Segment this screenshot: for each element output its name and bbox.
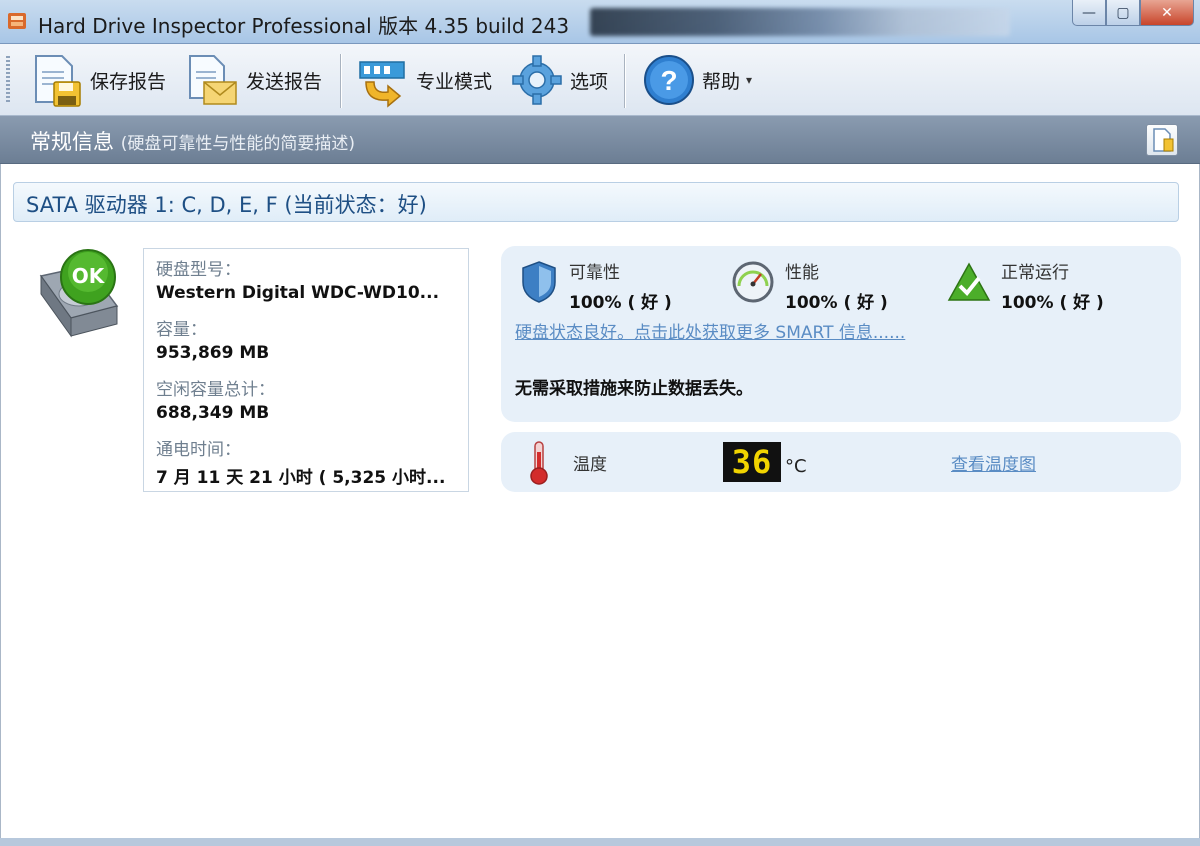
section-title: 常规信息 (硬盘可靠性与性能的简要描述): [30, 126, 355, 156]
window-bottom-border: [0, 838, 1200, 846]
temperature-label: 温度: [573, 455, 607, 475]
expert-mode-label: 专业模式: [416, 70, 493, 93]
reliability-value: 100% ( 好 ): [569, 293, 672, 313]
options-gear-icon: [512, 55, 562, 105]
capacity-value: 953,869 MB: [156, 343, 270, 363]
status-panel: 可靠性 100% ( 好 ) 性能 100% ( 好 ) 正常运行 100% (…: [501, 246, 1181, 422]
send-report-icon: [189, 55, 237, 105]
svg-text:?: ?: [660, 65, 677, 96]
section-subtitle: (硬盘可靠性与性能的简要描述): [120, 134, 355, 154]
uptime-value: 100% ( 好 ): [1001, 293, 1104, 313]
close-button[interactable]: ✕: [1140, 0, 1194, 26]
section-title-text: 常规信息: [30, 130, 114, 154]
temperature-readout: 36: [723, 442, 781, 482]
drive-header[interactable]: SATA 驱动器 1: C, D, E, F (当前状态：好): [13, 182, 1179, 222]
warning-triangle-ok-icon: [947, 262, 991, 301]
toolbar-separator: [340, 54, 342, 108]
app-icon: [8, 13, 26, 29]
smart-info-link[interactable]: 硬盘状态良好。点击此处获取更多 SMART 信息......: [515, 318, 905, 343]
help-button[interactable]: ? 帮助 ▾: [642, 50, 752, 110]
free-space-label: 空闲容量总计：: [156, 380, 275, 400]
drive-title: SATA 驱动器 1: C, D, E, F (当前状态：好): [26, 193, 427, 217]
uptime-metric: 正常运行 100% ( 好 ): [947, 254, 1167, 314]
ok-badge-text: OK: [71, 264, 105, 288]
temperature-panel: 温度 36 °C 查看温度图: [501, 432, 1181, 492]
help-icon: ?: [644, 55, 694, 105]
help-dropdown-icon[interactable]: ▾: [746, 73, 752, 87]
expert-mode-icon: [359, 61, 405, 108]
speedometer-icon: [732, 261, 774, 303]
uptime-label: 正常运行: [1001, 263, 1069, 283]
view-temperature-chart-link[interactable]: 查看温度图: [951, 450, 1036, 475]
performance-metric: 性能 100% ( 好 ): [731, 254, 931, 314]
model-label: 硬盘型号：: [156, 260, 241, 280]
shield-icon: [522, 261, 556, 303]
capacity-label: 容量：: [156, 320, 207, 340]
save-report-icon: [35, 55, 81, 107]
performance-value: 100% ( 好 ): [785, 293, 888, 313]
drive-info-box: 硬盘型号： Western Digital WDC-WD10... 容量： 95…: [143, 248, 469, 492]
maximize-button[interactable]: ▢: [1106, 0, 1140, 26]
model-value: Western Digital WDC-WD10...: [156, 283, 440, 303]
title-bar: Hard Drive Inspector Professional 版本 4.3…: [0, 0, 1200, 44]
toolbar-grip[interactable]: [6, 56, 10, 104]
minimize-button[interactable]: —: [1072, 0, 1106, 26]
options-button[interactable]: 选项: [510, 50, 608, 110]
performance-label: 性能: [785, 263, 819, 283]
document-info-icon[interactable]: [1146, 124, 1178, 156]
expert-mode-button[interactable]: 专业模式: [354, 50, 492, 110]
advice-text: 无需采取措施来防止数据丢失。: [515, 379, 753, 399]
reliability-metric: 可靠性 100% ( 好 ): [515, 254, 715, 314]
save-report-label: 保存报告: [90, 70, 167, 93]
send-report-button[interactable]: 发送报告: [184, 50, 322, 110]
reliability-label: 可靠性: [569, 263, 620, 283]
temperature-unit: °C: [785, 456, 807, 477]
toolbar-separator: [624, 54, 626, 108]
main-panel: SATA 驱动器 1: C, D, E, F (当前状态：好) OK 硬盘型号：…: [0, 164, 1200, 846]
window-title: Hard Drive Inspector Professional 版本 4.3…: [38, 14, 570, 38]
options-label: 选项: [570, 70, 609, 93]
help-label: 帮助: [702, 70, 741, 93]
power-on-label: 通电时间：: [156, 440, 241, 460]
section-header: 常规信息 (硬盘可靠性与性能的简要描述): [0, 116, 1200, 164]
power-on-value: 7 月 11 天 21 小时 ( 5,325 小时...: [156, 468, 446, 488]
free-space-value: 688,349 MB: [156, 403, 270, 423]
save-report-button[interactable]: 保存报告: [28, 50, 166, 110]
thermometer-icon: [530, 441, 548, 485]
send-report-label: 发送报告: [246, 70, 323, 93]
blurred-region: [590, 8, 1010, 36]
toolbar: 保存报告 发送报告 专业模式 选项 ? 帮助 ▾: [0, 44, 1200, 116]
